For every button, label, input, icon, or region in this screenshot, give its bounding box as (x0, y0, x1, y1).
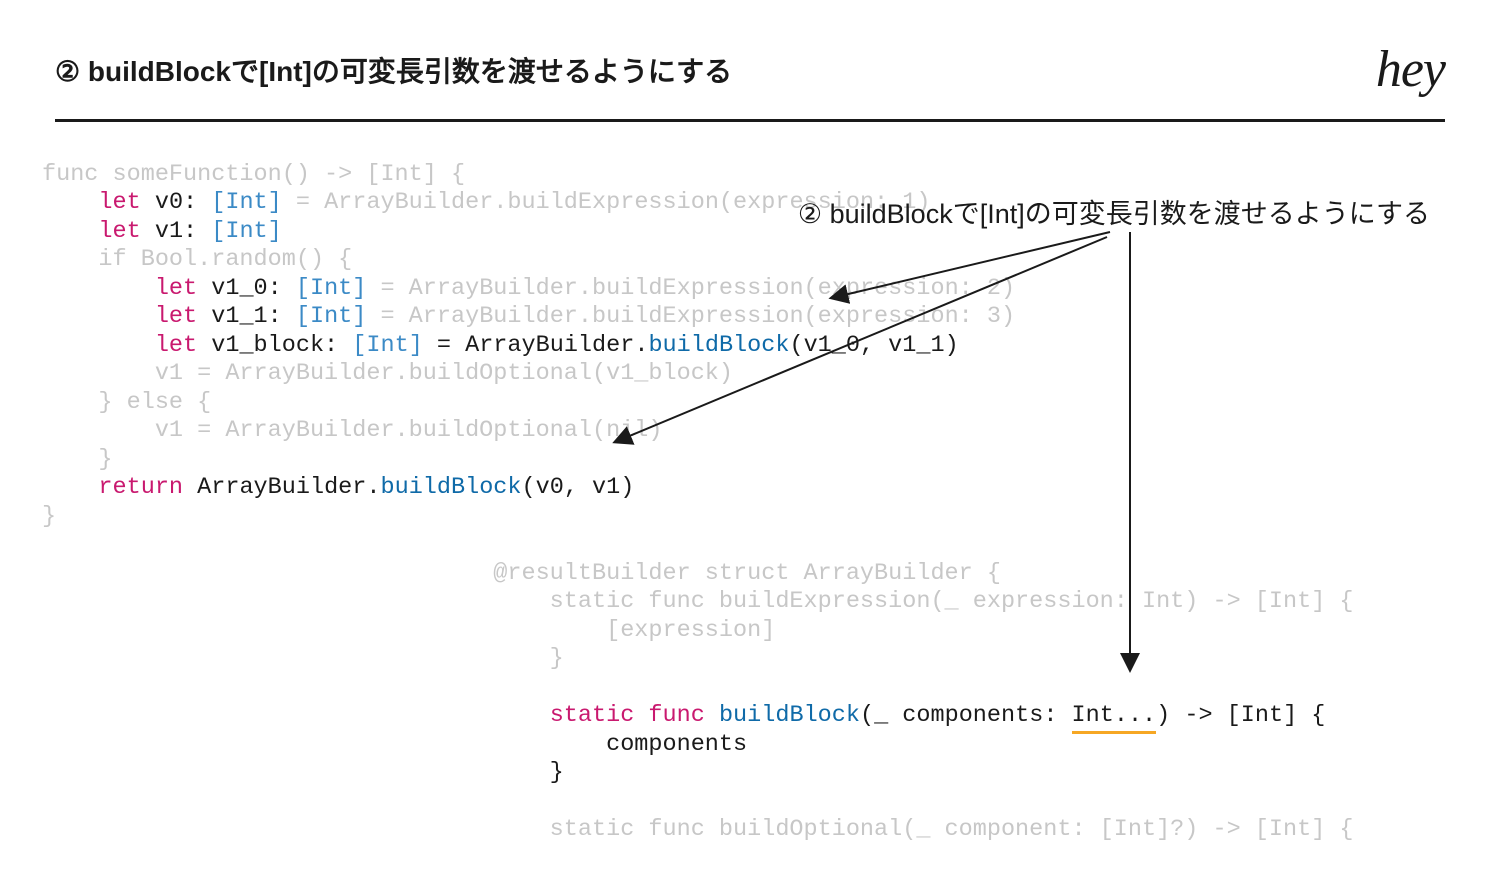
slide-content: func someFunction() -> [Int] { let v0: [… (42, 132, 1480, 844)
code-line: [expression] (42, 617, 775, 644)
code-line: } else { (42, 389, 211, 416)
slide-header: ② buildBlockで[Int]の可変長引数を渡せるようにする hey (0, 0, 1500, 99)
slide-title: ② buildBlockで[Int]の可変長引数を渡せるようにする (55, 50, 732, 90)
annotation-label: ② buildBlockで[Int]の可変長引数を渡せるようにする (798, 192, 1430, 231)
code-line: let v1: [Int] (42, 218, 282, 245)
code-line: v1 = ArrayBuilder.buildOptional(nil) (42, 417, 663, 444)
code-line: } (42, 759, 564, 786)
code-line: static func buildExpression(_ expression… (42, 588, 1354, 615)
divider (55, 119, 1445, 122)
code-line: v1 = ArrayBuilder.buildOptional(v1_block… (42, 360, 733, 387)
code-line: components (42, 731, 747, 758)
code-line: static func buildOptional(_ component: [… (42, 816, 1354, 843)
code-line: } (42, 503, 56, 530)
code-line: static func buildBlock(_ components: Int… (42, 702, 1325, 734)
logo: hey (1376, 40, 1445, 99)
code-line: if Bool.random() { (42, 246, 352, 273)
code-line: @resultBuilder struct ArrayBuilder { (42, 560, 1001, 587)
code-block: func someFunction() -> [Int] { let v0: [… (42, 132, 1480, 873)
code-line: let v1_0: [Int] = ArrayBuilder.buildExpr… (42, 275, 1015, 302)
code-line: return ArrayBuilder.buildBlock(v0, v1) (42, 474, 634, 501)
code-line: } (42, 446, 113, 473)
code-line: func someFunction() -> [Int] { (42, 161, 465, 188)
code-line: let v1_1: [Int] = ArrayBuilder.buildExpr… (42, 303, 1015, 330)
code-line: } (42, 645, 564, 672)
code-line: let v1_block: [Int] = ArrayBuilder.build… (42, 332, 959, 359)
